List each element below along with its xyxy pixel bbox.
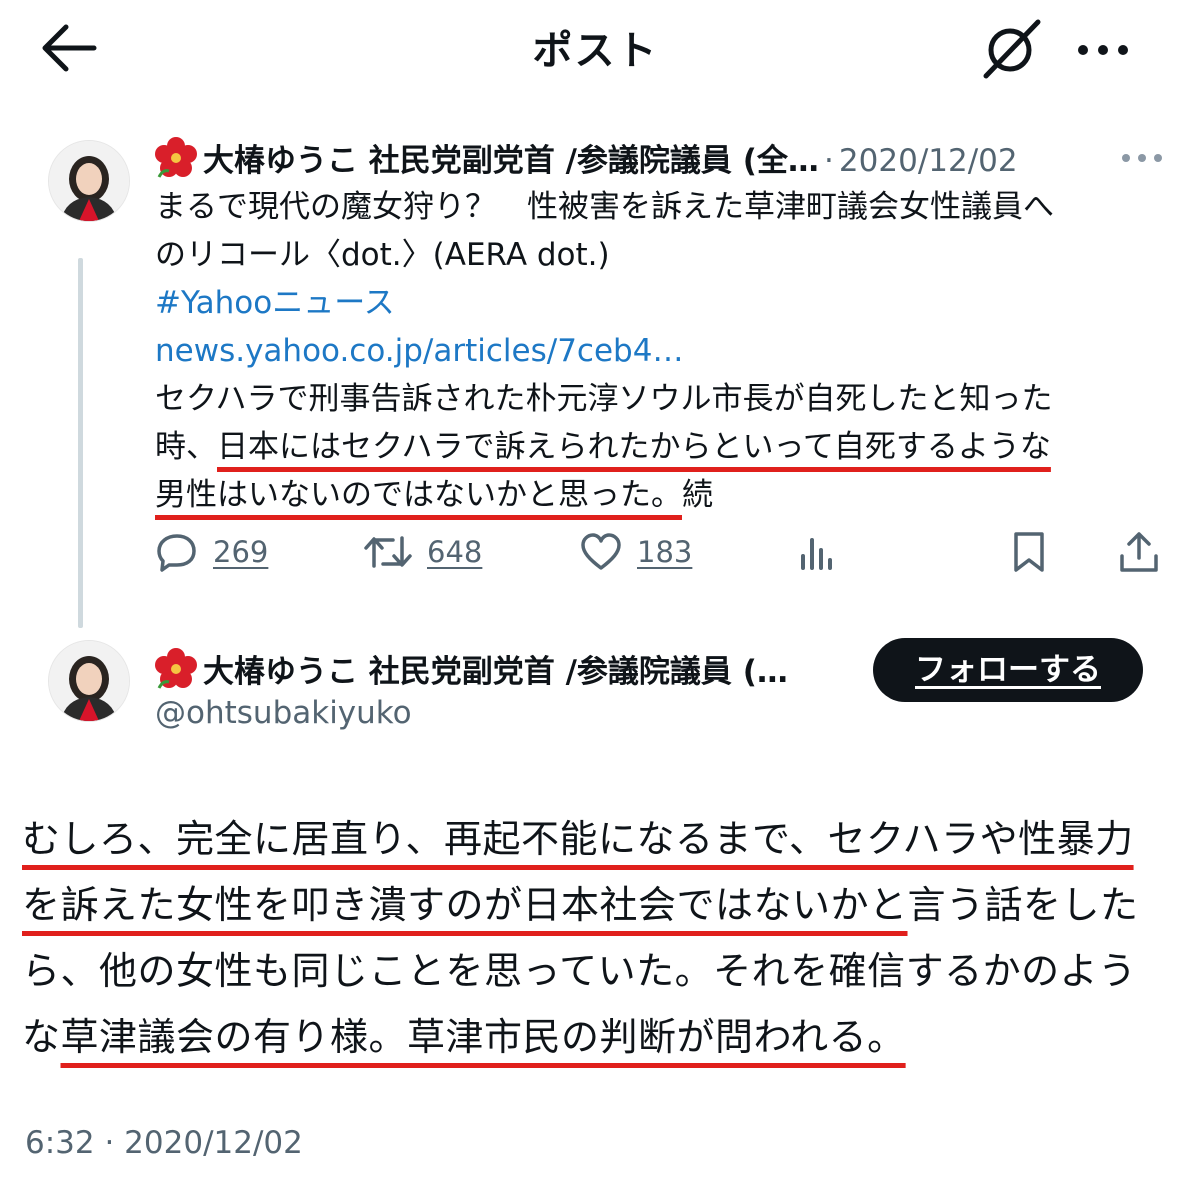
- hashtag-link[interactable]: #Yahooニュース: [155, 279, 1165, 327]
- action-bar: 269 648 183: [155, 522, 1165, 582]
- reply-count: 269: [213, 535, 269, 569]
- bookmark-button[interactable]: [1007, 522, 1051, 582]
- highlighted-text: 日本にはセクハラで訴えられたからといって自死するような: [217, 429, 1051, 465]
- like-button[interactable]: 183: [579, 522, 692, 582]
- bookmark-icon: [1014, 532, 1044, 572]
- reply-button[interactable]: 269: [155, 522, 268, 582]
- text-line: セクハラで刑事告訴された朴元淳ソウル市長が自死したと知った: [155, 381, 1053, 417]
- highlighted-text: むしろ、完全に居直り、再起不能になるまで、セクハラや性暴力: [22, 817, 1134, 861]
- text-line: な草津議会の有り様。草津市民の判断が問われる。: [22, 1004, 1172, 1070]
- text-line: を訴えた女性を叩き潰すのが日本社会ではないかと言う話をした: [22, 872, 1172, 938]
- top-bar: ポスト: [0, 0, 1191, 100]
- grok-icon[interactable]: [980, 18, 1042, 80]
- like-icon: [581, 533, 621, 570]
- text-segment: 時、: [155, 429, 217, 465]
- tweet2-header: 大椿ゆうこ 社民党副党首 /参議院議員 (…: [155, 646, 788, 694]
- text-line: のリコール〈dot.〉(AERA dot.): [155, 237, 610, 273]
- text-segment: な: [22, 1015, 61, 1059]
- repost-button[interactable]: 648: [363, 522, 482, 582]
- repost-icon: [364, 536, 412, 568]
- avatar[interactable]: [48, 140, 130, 222]
- text-line: 男性はいないのではないかと思った。続: [155, 471, 1165, 519]
- author-name[interactable]: 大椿ゆうこ 社民党副党首 /参議院議員 (全…: [203, 143, 819, 179]
- more-icon[interactable]: [1073, 30, 1133, 70]
- highlighted-text: 草津議会の有り様。草津市民の判断が問われる。: [60, 1015, 906, 1059]
- tweet-more-icon[interactable]: [1120, 150, 1164, 166]
- text-line: むしろ、完全に居直り、再起不能になるまで、セクハラや性暴力: [22, 806, 1172, 872]
- text-line: まるで現代の魔女狩り？ 性被害を訴えた草津町議会女性議員へ: [155, 189, 1054, 225]
- tweet1-text: まるで現代の魔女狩り？ 性被害を訴えた草津町議会女性議員へ のリコール〈dot.…: [155, 183, 1165, 519]
- repost-count: 648: [427, 535, 483, 569]
- avatar[interactable]: [48, 640, 130, 722]
- hibiscus-icon: [155, 137, 197, 179]
- highlighted-text: 男性はいないのではないかと思った。: [155, 477, 682, 513]
- share-button[interactable]: [1117, 522, 1161, 582]
- show-more-link[interactable]: 続: [682, 477, 713, 513]
- post-timestamp: 6:32 · 2020/12/02: [25, 1125, 303, 1161]
- text-segment: 言う話をした: [907, 883, 1139, 927]
- text-line: ら、他の女性も同じことを思っていた。それを確信するかのよう: [22, 949, 1137, 993]
- author-handle[interactable]: @ohtsubakiyuko: [155, 695, 412, 731]
- views-icon: [801, 538, 832, 570]
- views-button[interactable]: [795, 522, 839, 582]
- like-count: 183: [637, 535, 693, 569]
- article-link[interactable]: news.yahoo.co.jp/articles/7ceb4…: [155, 327, 1165, 375]
- separator: ·: [823, 143, 834, 179]
- hibiscus-icon: [155, 648, 197, 690]
- reply-icon: [157, 534, 196, 572]
- thread-line: [78, 258, 83, 628]
- text-line: 時、日本にはセクハラで訴えられたからといって自死するような: [155, 423, 1165, 471]
- tweet2-text: むしろ、完全に居直り、再起不能になるまで、セクハラや性暴力 を訴えた女性を叩き潰…: [22, 806, 1172, 1070]
- highlighted-text: を訴えた女性を叩き潰すのが日本社会ではないかと: [22, 883, 908, 927]
- tweet1-header: 大椿ゆうこ 社民党副党首 /参議院議員 (全… · 2020/12/02: [155, 135, 1175, 183]
- follow-button[interactable]: フォローする: [873, 638, 1143, 702]
- author-name[interactable]: 大椿ゆうこ 社民党副党首 /参議院議員 (…: [203, 654, 788, 690]
- post-date[interactable]: 2020/12/02: [839, 143, 1018, 179]
- share-icon: [1120, 532, 1158, 572]
